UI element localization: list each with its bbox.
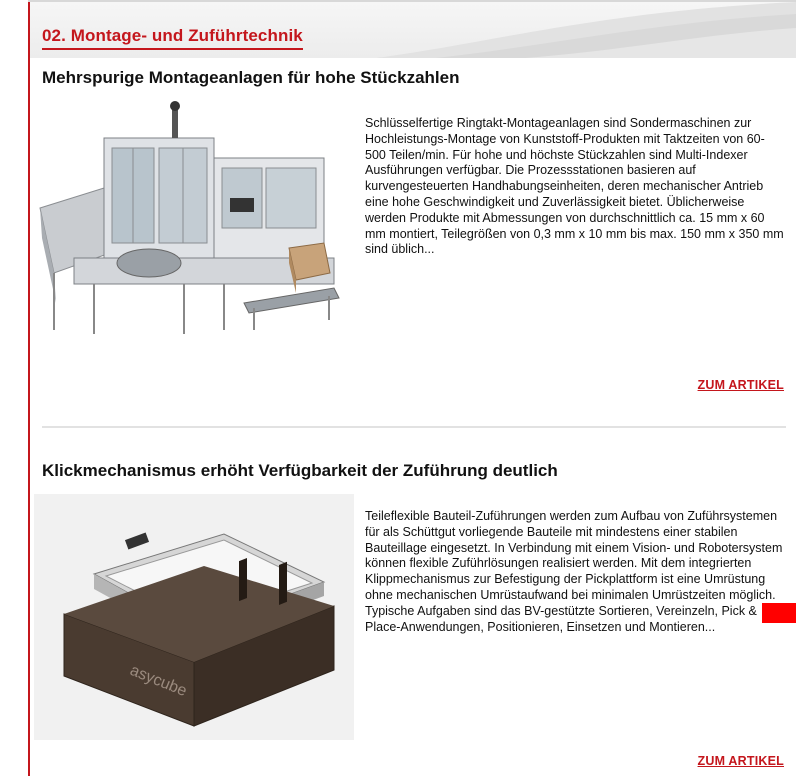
article-text-1: Schlüsselfertige Ringtakt-Montageanlagen…: [365, 116, 784, 257]
assembly-machine-image[interactable]: [34, 98, 354, 338]
header-swoosh-decoration: [376, 2, 796, 58]
read-more-link-1[interactable]: ZUM ARTIKEL: [698, 378, 784, 392]
article-title-2[interactable]: Klickmechanismus erhöht Verfügbarkeit de…: [42, 461, 558, 481]
left-border-line: [28, 0, 30, 776]
article-text-2: Teileflexible Bauteil-Zuführungen werden…: [365, 509, 783, 634]
article-title-1[interactable]: Mehrspurige Montageanlagen für hohe Stüc…: [42, 68, 460, 88]
asycube-feeder-image[interactable]: asycube: [34, 494, 354, 740]
red-marker: [762, 603, 796, 623]
section-header: 02. Montage- und Zuführtechnik: [30, 2, 796, 58]
section-title: 02. Montage- und Zuführtechnik: [42, 26, 303, 50]
article-divider: [42, 426, 786, 428]
read-more-link-2[interactable]: ZUM ARTIKEL: [698, 754, 784, 768]
